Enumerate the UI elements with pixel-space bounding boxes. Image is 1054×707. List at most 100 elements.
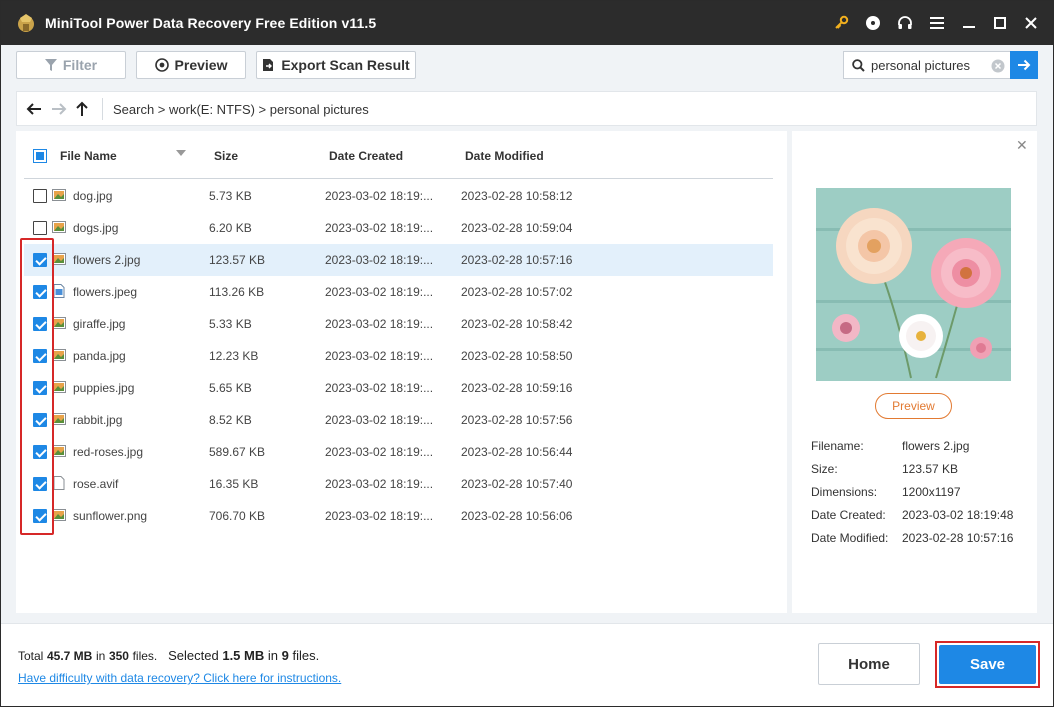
- column-header-file-name[interactable]: File Name: [60, 149, 117, 163]
- up-arrow-icon[interactable]: [73, 100, 91, 118]
- table-row[interactable]: rabbit.jpg 8.52 KB 2023-03-02 18:19:... 202…: [24, 404, 773, 436]
- app-logo-icon: [18, 14, 34, 32]
- app-window: MiniTool Power Data Recovery Free Editio…: [0, 0, 1054, 707]
- export-scan-result-button[interactable]: Export Scan Result: [256, 51, 416, 79]
- table-row[interactable]: puppies.jpg 5.65 KB 2023-03-02 18:19:... 20…: [24, 372, 773, 404]
- total-size: 45.7 MB: [46, 649, 93, 663]
- meta-value: 2023-02-28 10:57:16: [902, 531, 1014, 545]
- eye-icon: [154, 58, 169, 72]
- file-name-cell: red-roses.jpg: [73, 445, 144, 459]
- jpeg-file-icon: [52, 284, 66, 298]
- date-created-cell: 2023-03-02 18:19:...: [325, 285, 434, 299]
- table-row[interactable]: dog.jpg 5.73 KB 2023-03-02 18:19:... 2023-0…: [24, 180, 773, 212]
- date-modified-cell: 2023-02-28 10:59:16: [461, 381, 573, 395]
- date-created-cell: 2023-03-02 18:19:...: [325, 317, 434, 331]
- blank-file-icon: [52, 476, 66, 490]
- clear-search-icon[interactable]: [991, 59, 1005, 73]
- close-icon[interactable]: [1021, 13, 1041, 33]
- total-files: files.: [132, 649, 158, 663]
- meta-value: 1200x1197: [902, 485, 961, 499]
- help-link[interactable]: Have difficulty with data recovery? Clic…: [18, 671, 341, 685]
- filter-button[interactable]: Filter: [16, 51, 126, 79]
- date-modified-cell: 2023-02-28 10:56:06: [461, 509, 573, 523]
- date-created-cell: 2023-03-02 18:19:...: [325, 349, 434, 363]
- file-size-cell: 113.26 KB: [209, 285, 265, 299]
- table-row[interactable]: flowers.jpeg 113.26 KB 2023-03-02 18:19:..…: [24, 276, 773, 308]
- column-header-size[interactable]: Size: [214, 149, 238, 163]
- toolbar: Filter Preview Export Scan Result: [1, 45, 1053, 87]
- meta-value: 2023-03-02 18:19:48: [902, 508, 1014, 522]
- date-created-cell: 2023-03-02 18:19:...: [325, 221, 434, 235]
- search-go-button[interactable]: [1010, 51, 1038, 79]
- disc-icon[interactable]: [863, 13, 883, 33]
- maximize-icon[interactable]: [990, 13, 1010, 33]
- image-file-icon: [52, 252, 66, 266]
- minimize-icon[interactable]: [959, 13, 979, 33]
- table-row[interactable]: giraffe.jpg 5.33 KB 2023-03-02 18:19:... 20…: [24, 308, 773, 340]
- image-file-icon: [52, 508, 66, 522]
- export-label: Export Scan Result: [281, 57, 410, 73]
- column-header-date-modified[interactable]: Date Modified: [465, 149, 544, 163]
- date-modified-cell: 2023-02-28 10:58:42: [461, 317, 573, 331]
- save-button[interactable]: Save: [939, 645, 1036, 684]
- date-modified-cell: 2023-02-28 10:57:40: [461, 477, 573, 491]
- file-list-panel: File Name Size Date Created Date Modifie…: [16, 131, 787, 613]
- image-file-icon: [52, 316, 66, 330]
- sort-down-icon[interactable]: [176, 150, 186, 156]
- meta-key: Dimensions:: [811, 485, 878, 499]
- date-created-cell: 2023-03-02 18:19:...: [325, 413, 434, 427]
- selected-size: 1.5 MB: [222, 648, 265, 663]
- search-input[interactable]: [871, 57, 989, 73]
- table-row[interactable]: flowers 2.jpg 123.57 KB 2023-03-02 18:19:.…: [24, 244, 773, 276]
- meta-key: Date Modified:: [811, 531, 889, 545]
- file-name-cell: dog.jpg: [73, 189, 113, 203]
- table-row[interactable]: panda.jpg 12.23 KB 2023-03-02 18:19:... 202…: [24, 340, 773, 372]
- file-name-cell: rose.avif: [73, 477, 119, 491]
- image-file-icon: [52, 188, 66, 202]
- checkbox-highlight-frame: [20, 238, 54, 535]
- selected-files: files.: [292, 648, 320, 663]
- search-icon: [852, 58, 865, 72]
- window-title: MiniTool Power Data Recovery Free Editio…: [45, 15, 377, 31]
- preview-thumbnail: [816, 188, 1011, 381]
- file-size-cell: 5.65 KB: [209, 381, 252, 395]
- filter-label: Filter: [62, 57, 98, 73]
- file-size-cell: 706.70 KB: [209, 509, 266, 523]
- date-created-cell: 2023-03-02 18:19:...: [325, 509, 434, 523]
- back-arrow-icon[interactable]: [25, 100, 43, 118]
- headset-icon[interactable]: [895, 13, 915, 33]
- file-size-cell: 5.33 KB: [209, 317, 252, 331]
- date-modified-cell: 2023-02-28 10:57:02: [461, 285, 573, 299]
- home-button[interactable]: Home: [818, 643, 920, 685]
- meta-key: Size:: [811, 462, 838, 476]
- preview-panel: ✕ Preview Filename: flowers 2.jpg Size: …: [792, 131, 1037, 613]
- file-name-cell: flowers 2.jpg: [73, 253, 141, 267]
- selected-in: in: [267, 648, 278, 663]
- selected-count: 9: [281, 648, 289, 663]
- menu-icon[interactable]: [927, 13, 947, 33]
- column-header-date-created[interactable]: Date Created: [329, 149, 403, 163]
- file-name-cell: flowers.jpeg: [73, 285, 138, 299]
- key-icon[interactable]: [831, 13, 851, 33]
- close-preview-icon[interactable]: ✕: [1016, 137, 1028, 154]
- path-bar: Search > work(E: NTFS) > personal pictur…: [16, 91, 1037, 126]
- row-checkbox[interactable]: [33, 189, 47, 203]
- file-name-cell: sunflower.png: [73, 509, 148, 523]
- image-file-icon: [52, 220, 66, 234]
- table-row[interactable]: red-roses.jpg 589.67 KB 2023-03-02 18:19:.…: [24, 436, 773, 468]
- forward-arrow-icon[interactable]: [50, 100, 68, 118]
- date-modified-cell: 2023-02-28 10:56:44: [461, 445, 573, 459]
- select-all-checkbox[interactable]: [33, 149, 47, 163]
- preview-button[interactable]: Preview: [875, 393, 952, 419]
- export-icon: [263, 59, 274, 71]
- date-modified-cell: 2023-02-28 10:58:50: [461, 349, 573, 363]
- row-checkbox[interactable]: [33, 221, 47, 235]
- table-row[interactable]: dogs.jpg 6.20 KB 2023-03-02 18:19:... 2023-…: [24, 212, 773, 244]
- file-size-cell: 5.73 KB: [209, 189, 252, 203]
- preview-toolbar-button[interactable]: Preview: [136, 51, 246, 79]
- file-size-cell: 16.35 KB: [209, 477, 259, 491]
- file-name-cell: giraffe.jpg: [73, 317, 126, 331]
- table-row[interactable]: rose.avif 16.35 KB 2023-03-02 18:19:... 202…: [24, 468, 773, 500]
- meta-key: Filename:: [811, 439, 864, 453]
- table-row[interactable]: sunflower.png 706.70 KB 2023-03-02 18:19:.…: [24, 500, 773, 532]
